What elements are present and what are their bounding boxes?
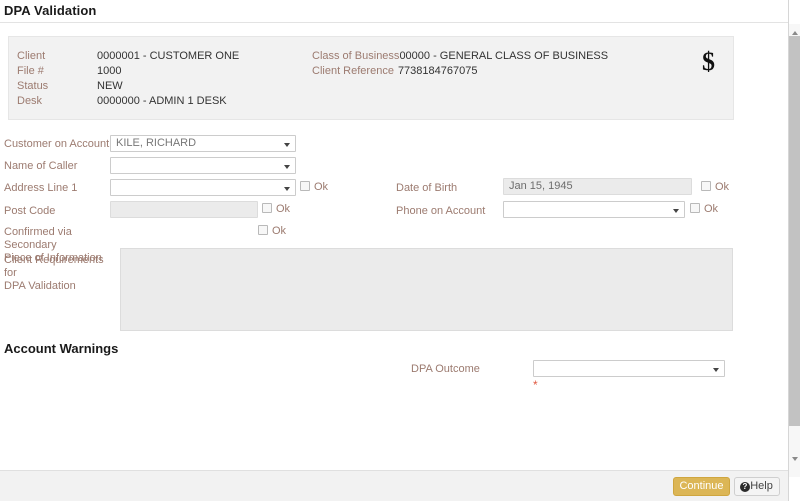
date-of-birth-input[interactable]: Jan 15, 1945 xyxy=(503,178,692,195)
summary-value-file-number: 1000 xyxy=(97,64,121,79)
summary-label-file-number: File # xyxy=(17,64,97,79)
name-of-caller-select[interactable] xyxy=(110,157,296,174)
dpa-validation-page: DPA Validation Client0000001 - CUSTOMER … xyxy=(0,0,788,501)
dollar-sign-icon: $ xyxy=(702,49,715,75)
post-code-ok-checkbox[interactable] xyxy=(262,203,272,213)
continue-button[interactable]: Continue xyxy=(673,477,730,496)
confirmed-secondary-ok-group[interactable]: Ok xyxy=(258,225,286,238)
summary-row-class-of-business: Class of Business00000 - GENERAL CLASS O… xyxy=(312,49,608,64)
label-phone-on-account: Phone on Account xyxy=(396,205,485,218)
summary-row-client-reference: Client Reference7738184767075 xyxy=(312,64,608,79)
summary-row-desk: Desk0000000 - ADMIN 1 DESK xyxy=(17,94,239,109)
footer-bar: Continue ?Help xyxy=(0,470,788,501)
label-dpa-outcome: DPA Outcome xyxy=(411,363,480,376)
label-address-line-1: Address Line 1 xyxy=(4,182,77,195)
post-code-ok-label: Ok xyxy=(272,203,290,216)
address-line-1-ok-checkbox[interactable] xyxy=(300,181,310,191)
summary-label-status: Status xyxy=(17,79,97,94)
customer-on-account-select[interactable]: KILE, RICHARD xyxy=(110,135,296,152)
post-code-input[interactable] xyxy=(110,201,258,218)
label-client-requirements-line2: DPA Validation xyxy=(4,280,76,292)
date-of-birth-ok-group[interactable]: Ok xyxy=(701,181,729,194)
summary-right-column: Class of Business00000 - GENERAL CLASS O… xyxy=(312,49,608,79)
summary-value-client: 0000001 - CUSTOMER ONE xyxy=(97,49,239,64)
account-warnings-heading: Account Warnings xyxy=(4,341,118,356)
scrollbar-thumb[interactable] xyxy=(789,36,800,426)
page-title: DPA Validation xyxy=(4,3,96,18)
account-summary-panel: Client0000001 - CUSTOMER ONE File #1000 … xyxy=(8,36,734,120)
date-of-birth-ok-label: Ok xyxy=(711,181,729,194)
post-code-ok-group[interactable]: Ok xyxy=(262,203,290,216)
address-line-1-ok-group[interactable]: Ok xyxy=(300,181,328,194)
label-client-requirements-line1: Client Requirements for xyxy=(4,254,104,279)
client-requirements-textarea[interactable] xyxy=(120,248,733,331)
phone-on-account-ok-label: Ok xyxy=(700,203,718,216)
dpa-outcome-required-marker: * xyxy=(533,382,538,388)
summary-label-client: Client xyxy=(17,49,97,64)
label-customer-on-account: Customer on Account xyxy=(4,138,109,151)
title-divider xyxy=(0,22,788,23)
scroll-down-arrow-icon[interactable] xyxy=(789,452,800,464)
summary-value-class-of-business: 00000 - GENERAL CLASS OF BUSINESS xyxy=(399,49,608,64)
help-question-icon: ? xyxy=(740,482,750,492)
summary-value-client-reference: 7738184767075 xyxy=(394,64,478,79)
summary-label-desk: Desk xyxy=(17,94,97,109)
address-line-1-select[interactable] xyxy=(110,179,296,196)
summary-value-desk: 0000000 - ADMIN 1 DESK xyxy=(97,94,227,109)
summary-row-file-number: File #1000 xyxy=(17,64,239,79)
vertical-scrollbar[interactable] xyxy=(788,0,800,501)
label-name-of-caller: Name of Caller xyxy=(4,160,77,173)
help-button-label: Help xyxy=(750,480,773,492)
confirmed-secondary-ok-checkbox[interactable] xyxy=(258,225,268,235)
help-button[interactable]: ?Help xyxy=(734,477,780,496)
summary-label-class-of-business: Class of Business xyxy=(312,49,399,64)
summary-value-status: NEW xyxy=(97,79,123,94)
date-of-birth-ok-checkbox[interactable] xyxy=(701,181,711,191)
label-confirmed-secondary-line1: Confirmed via Secondary xyxy=(4,226,72,251)
summary-row-status: StatusNEW xyxy=(17,79,239,94)
confirmed-secondary-ok-label: Ok xyxy=(268,225,286,238)
dpa-outcome-select[interactable] xyxy=(533,360,725,377)
summary-label-client-reference: Client Reference xyxy=(312,64,394,79)
label-post-code: Post Code xyxy=(4,205,55,218)
phone-on-account-ok-checkbox[interactable] xyxy=(690,203,700,213)
summary-row-client: Client0000001 - CUSTOMER ONE xyxy=(17,49,239,64)
phone-on-account-select[interactable] xyxy=(503,201,685,218)
address-line-1-ok-label: Ok xyxy=(310,181,328,194)
label-date-of-birth: Date of Birth xyxy=(396,182,457,195)
summary-left-column: Client0000001 - CUSTOMER ONE File #1000 … xyxy=(17,49,239,109)
label-client-requirements: Client Requirements for DPA Validation xyxy=(4,254,109,293)
phone-on-account-ok-group[interactable]: Ok xyxy=(690,203,718,216)
scroll-up-arrow-icon[interactable] xyxy=(789,26,800,38)
